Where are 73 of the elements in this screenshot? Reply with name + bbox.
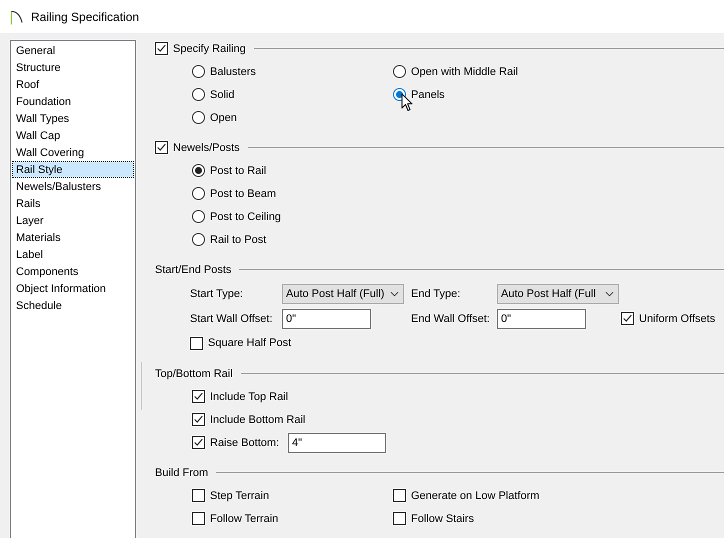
option-label[interactable]: Uniform Offsets	[639, 312, 716, 324]
sidebar-item[interactable]: Components	[12, 263, 134, 280]
arch-icon	[10, 8, 23, 24]
section-title: Top/Bottom Rail	[155, 368, 233, 380]
radio-button[interactable]	[393, 65, 406, 78]
sidebar-item[interactable]: Rail Style	[12, 161, 134, 178]
option-label[interactable]: Post to Rail	[210, 164, 266, 176]
option-label[interactable]: Post to Beam	[210, 188, 276, 200]
chevron-down-icon	[390, 290, 399, 296]
sidebar-item[interactable]: Label	[12, 246, 134, 263]
option-label[interactable]: Rail to Post	[210, 234, 266, 246]
sidebar-item[interactable]: Materials	[12, 229, 134, 246]
sidebar-list[interactable]: General Structure Roof Foundation Wall Types Wall Cap Wall Covering Rail Style Newels/Balusters Rails Layer Materials Label Components Object Information Schedule	[10, 40, 136, 538]
radio-button[interactable]	[192, 65, 205, 78]
option-label[interactable]: Balusters	[210, 66, 256, 78]
sidebar-item[interactable]: Schedule	[12, 297, 134, 314]
option-label[interactable]: Step Terrain	[210, 490, 270, 502]
sidebar-item[interactable]: Wall Covering	[12, 144, 134, 161]
window-title: Railing Specification	[31, 10, 140, 24]
splitter-grip[interactable]	[141, 362, 144, 410]
dropdown[interactable]: Auto Post Half (Full)	[282, 284, 404, 304]
input-field[interactable]: 4"	[288, 432, 386, 452]
sidebar-item[interactable]: Structure	[12, 59, 134, 76]
field-label: End Wall Offset:	[411, 312, 490, 324]
radio-button[interactable]	[192, 210, 205, 223]
option-label[interactable]: Open with Middle Rail	[411, 66, 518, 78]
radio-button[interactable]	[192, 233, 205, 246]
checkbox[interactable]	[192, 436, 205, 449]
radio-button[interactable]	[192, 111, 205, 124]
field-label: End Type:	[411, 288, 460, 300]
checkbox[interactable]	[393, 489, 406, 502]
checkbox[interactable]	[621, 312, 634, 325]
dropdown[interactable]: Auto Post Half (Full	[497, 284, 619, 304]
input-field[interactable]: 0"	[282, 308, 371, 328]
sidebar-item[interactable]: Roof	[12, 76, 134, 93]
radio-button[interactable]	[192, 88, 205, 101]
sidebar-item[interactable]: Layer	[12, 212, 134, 229]
section-title: Build From	[155, 466, 208, 478]
option-label[interactable]: Raise Bottom:	[210, 436, 280, 448]
sidebar-item[interactable]: Newels/Balusters	[12, 178, 134, 195]
option-label[interactable]: Follow Stairs	[411, 512, 474, 524]
chevron-down-icon	[605, 290, 614, 296]
sidebar-item[interactable]: Wall Cap	[12, 127, 134, 144]
sidebar-item[interactable]: General	[12, 42, 134, 59]
option-label[interactable]: Include Bottom Rail	[210, 414, 306, 426]
option-label[interactable]: Solid	[210, 88, 234, 100]
checkbox[interactable]	[190, 336, 203, 350]
option-label[interactable]: Generate on Low Platform	[411, 490, 540, 502]
sidebar-item[interactable]: Wall Types	[12, 110, 134, 127]
sidebar-item[interactable]: Rails	[12, 195, 134, 212]
section-title: Start/End Posts	[155, 264, 232, 276]
checkbox[interactable]	[192, 413, 205, 426]
field-label: Start Wall Offset:	[190, 312, 273, 324]
option-label[interactable]: Square Half Post	[208, 337, 292, 349]
checkbox[interactable]	[393, 512, 406, 525]
option-label[interactable]: Include Top Rail	[210, 390, 288, 402]
sidebar-item[interactable]: Foundation	[12, 93, 134, 110]
option-label[interactable]: Post to Ceiling	[210, 210, 281, 222]
radio-button[interactable]	[192, 164, 205, 177]
sidebar-item[interactable]: Object Information	[12, 280, 134, 297]
checkbox[interactable]	[155, 42, 168, 55]
checkbox[interactable]	[192, 489, 205, 502]
option-label[interactable]: Follow Terrain	[210, 512, 278, 524]
section-checkbox-label[interactable]: Newels/Posts	[173, 142, 240, 154]
option-label[interactable]: Open	[210, 112, 237, 124]
section-checkbox-label[interactable]: Specify Railing	[173, 42, 246, 54]
option-label[interactable]: Panels	[411, 88, 445, 100]
checkbox[interactable]	[192, 390, 205, 403]
checkbox[interactable]	[192, 512, 205, 525]
radio-button[interactable]	[192, 187, 205, 200]
field-label: Start Type:	[190, 288, 243, 300]
input-field[interactable]: 0"	[497, 308, 586, 328]
checkbox[interactable]	[155, 141, 168, 154]
